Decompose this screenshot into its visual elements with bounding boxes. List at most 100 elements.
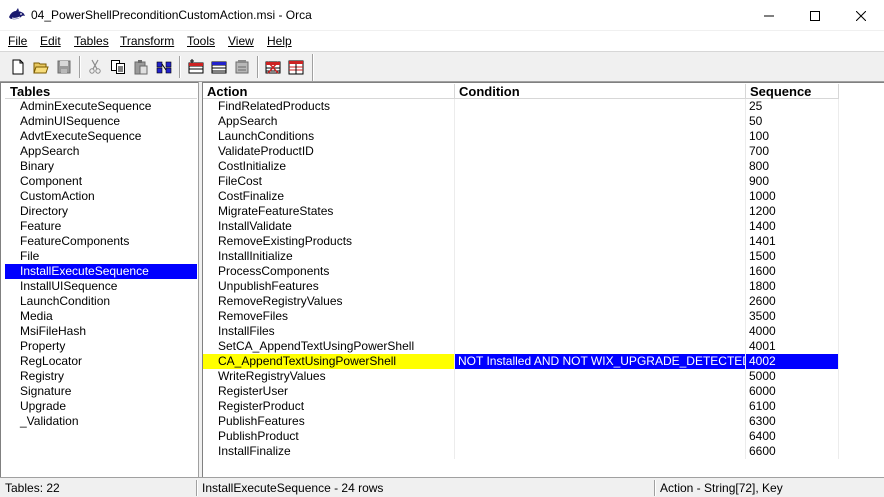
table-item-file[interactable]: File	[5, 249, 197, 264]
cell-sequence[interactable]: 6300	[746, 414, 839, 429]
table-row[interactable]: RegisterProduct 6100	[203, 399, 884, 414]
table-item-adminuisequence[interactable]: AdminUISequence	[5, 114, 197, 129]
table-item-validation[interactable]: _Validation	[5, 414, 197, 429]
cell-sequence[interactable]: 1600	[746, 264, 839, 279]
cell-action[interactable]: RegisterUser	[203, 384, 455, 399]
title-bar[interactable]: 04_PowerShellPreconditionCustomAction.ms…	[0, 0, 884, 31]
cell-condition[interactable]	[455, 204, 746, 219]
menu-edit[interactable]: Edit	[40, 34, 61, 48]
cell-condition[interactable]	[455, 189, 746, 204]
add-row-button[interactable]	[186, 57, 206, 77]
find-button[interactable]	[154, 57, 174, 77]
merge-module-button[interactable]	[286, 57, 306, 77]
cell-sequence[interactable]: 1401	[746, 234, 839, 249]
cell-action[interactable]: InstallFiles	[203, 324, 455, 339]
table-row[interactable]: ValidateProductID 700	[203, 144, 884, 159]
table-item-reglocator[interactable]: RegLocator	[5, 354, 197, 369]
cell-condition[interactable]	[455, 399, 746, 414]
table-item-launchcondition[interactable]: LaunchCondition	[5, 294, 197, 309]
table-item-featurecomponents[interactable]: FeatureComponents	[5, 234, 197, 249]
table-row[interactable]: RemoveRegistryValues 2600	[203, 294, 884, 309]
cell-action[interactable]: SetCA_AppendTextUsingPowerShell	[203, 339, 455, 354]
cell-action[interactable]: RegisterProduct	[203, 399, 455, 414]
cell-sequence[interactable]: 700	[746, 144, 839, 159]
table-row[interactable]: PublishFeatures 6300	[203, 414, 884, 429]
table-row[interactable]: SetCA_AppendTextUsingPowerShell 4001	[203, 339, 884, 354]
table-row[interactable]: MigrateFeatureStates 1200	[203, 204, 884, 219]
cell-sequence[interactable]: 900	[746, 174, 839, 189]
table-row[interactable]: RemoveFiles 3500	[203, 309, 884, 324]
drop-row-button[interactable]	[209, 57, 229, 77]
tables-list[interactable]: AdminExecuteSequence AdminUISequence AdvtE…	[5, 99, 197, 429]
maximize-button[interactable]	[792, 0, 838, 31]
cell-sequence[interactable]: 4001	[746, 339, 839, 354]
paste-button[interactable]	[131, 57, 151, 77]
tables-button[interactable]	[232, 57, 252, 77]
table-row[interactable]: InstallFiles 4000	[203, 324, 884, 339]
save-button[interactable]	[54, 57, 74, 77]
cell-action[interactable]: CA_AppendTextUsingPowerShell	[203, 354, 455, 369]
cell-sequence[interactable]: 6000	[746, 384, 839, 399]
cell-condition[interactable]	[455, 384, 746, 399]
cell-condition[interactable]	[455, 144, 746, 159]
cell-action[interactable]: InstallFinalize	[203, 444, 455, 459]
column-header-action[interactable]: Action	[203, 84, 455, 99]
table-item-signature[interactable]: Signature	[5, 384, 197, 399]
table-item-appsearch[interactable]: AppSearch	[5, 144, 197, 159]
table-item-directory[interactable]: Directory	[5, 204, 197, 219]
cell-action[interactable]: UnpublishFeatures	[203, 279, 455, 294]
table-row[interactable]: InstallFinalize 6600	[203, 444, 884, 459]
table-item-advtexecutesequence[interactable]: AdvtExecuteSequence	[5, 129, 197, 144]
cell-sequence[interactable]: 4002	[746, 354, 839, 369]
table-row[interactable]: RegisterUser 6000	[203, 384, 884, 399]
table-row[interactable]: FindRelatedProducts 25	[203, 99, 884, 114]
menu-view[interactable]: View	[228, 34, 254, 48]
menu-transform[interactable]: Transform	[120, 34, 174, 48]
cell-action[interactable]: MigrateFeatureStates	[203, 204, 455, 219]
cell-sequence[interactable]: 1800	[746, 279, 839, 294]
cell-action[interactable]: FileCost	[203, 174, 455, 189]
cell-condition[interactable]	[455, 369, 746, 384]
close-button[interactable]	[838, 0, 884, 31]
cell-action[interactable]: ValidateProductID	[203, 144, 455, 159]
cell-sequence[interactable]: 6600	[746, 444, 839, 459]
table-item-adminexecutesequence[interactable]: AdminExecuteSequence	[5, 99, 197, 114]
table-row[interactable]: WriteRegistryValues 5000	[203, 369, 884, 384]
cell-condition[interactable]	[455, 99, 746, 114]
table-item-installuisequence[interactable]: InstallUISequence	[5, 279, 197, 294]
cell-action[interactable]: CostInitialize	[203, 159, 455, 174]
cell-action[interactable]: CostFinalize	[203, 189, 455, 204]
cell-sequence[interactable]: 5000	[746, 369, 839, 384]
cell-sequence[interactable]: 50	[746, 114, 839, 129]
cell-sequence[interactable]: 3500	[746, 309, 839, 324]
table-row[interactable]: FileCost 900	[203, 174, 884, 189]
validate-button[interactable]	[263, 57, 283, 77]
cell-action[interactable]: PublishProduct	[203, 429, 455, 444]
cell-action[interactable]: RemoveExistingProducts	[203, 234, 455, 249]
menu-tools[interactable]: Tools	[187, 34, 215, 48]
cell-condition[interactable]: NOT Installed AND NOT WIX_UPGRADE_DETECT…	[455, 354, 746, 369]
cell-action[interactable]: PublishFeatures	[203, 414, 455, 429]
cell-action[interactable]: InstallValidate	[203, 219, 455, 234]
column-header-sequence[interactable]: Sequence	[746, 84, 839, 99]
copy-button[interactable]	[108, 57, 128, 77]
cell-sequence[interactable]: 2600	[746, 294, 839, 309]
cell-condition[interactable]	[455, 264, 746, 279]
cell-sequence[interactable]: 6400	[746, 429, 839, 444]
table-row[interactable]: CA_AppendTextUsingPowerShell NOT Installe…	[203, 354, 884, 369]
cell-action[interactable]: AppSearch	[203, 114, 455, 129]
minimize-button[interactable]	[746, 0, 792, 31]
cell-condition[interactable]	[455, 309, 746, 324]
table-grid[interactable]: Action Condition Sequence FindRelatedPro…	[203, 82, 884, 477]
open-button[interactable]	[31, 57, 51, 77]
table-row[interactable]: PublishProduct 6400	[203, 429, 884, 444]
cell-sequence[interactable]: 1500	[746, 249, 839, 264]
cell-action[interactable]: InstallInitialize	[203, 249, 455, 264]
table-item-msifilehash[interactable]: MsiFileHash	[5, 324, 197, 339]
table-item-binary[interactable]: Binary	[5, 159, 197, 174]
cell-condition[interactable]	[455, 219, 746, 234]
cell-condition[interactable]	[455, 249, 746, 264]
cell-condition[interactable]	[455, 429, 746, 444]
cell-action[interactable]: LaunchConditions	[203, 129, 455, 144]
table-item-installexecutesequence[interactable]: InstallExecuteSequence	[5, 264, 197, 279]
